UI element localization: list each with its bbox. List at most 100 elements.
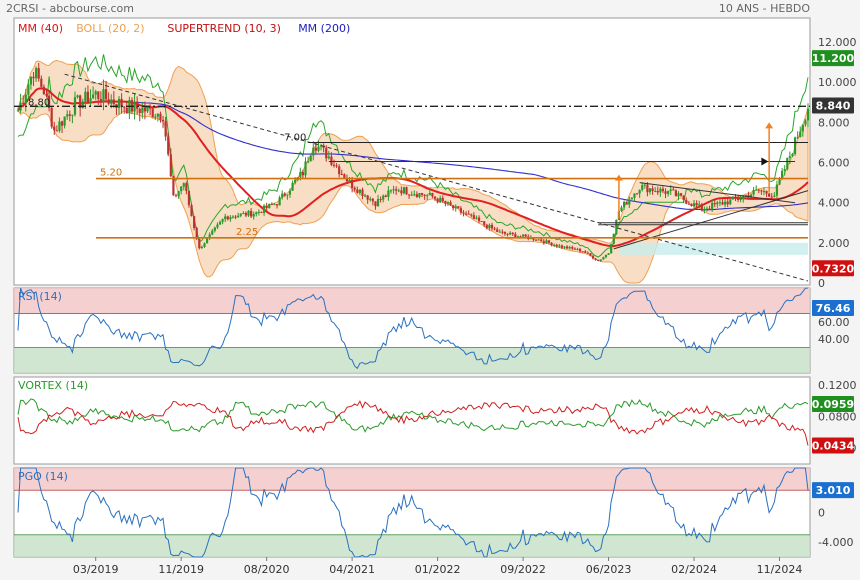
candle-body <box>467 213 470 215</box>
candle-body <box>221 219 224 222</box>
candle-body <box>281 193 284 198</box>
candle-body <box>485 224 488 229</box>
candle-body <box>60 121 64 126</box>
candle-body <box>739 198 742 200</box>
chart-svg: 8.80 7.00 5.20 2.25 12.000 10.000 8.000 6.000 4.… <box>13 17 857 576</box>
candle-body <box>584 251 587 253</box>
candle-body <box>99 98 102 102</box>
candle-body <box>294 179 297 183</box>
candle-body <box>540 239 543 242</box>
candle-body <box>708 208 711 210</box>
candle-body <box>159 113 162 120</box>
candle-body <box>742 196 745 199</box>
candle-body <box>571 247 574 249</box>
candle-body <box>731 196 734 200</box>
candle-body <box>268 203 271 209</box>
candle-body <box>521 234 525 237</box>
candle-body <box>558 245 561 247</box>
candle-body <box>457 206 460 209</box>
candle-body <box>107 99 110 104</box>
candle-body <box>439 197 442 203</box>
candle-body <box>651 188 654 192</box>
vortex-plus-badge-text: 0.0959 <box>812 398 854 411</box>
candle-body <box>400 190 403 194</box>
candle-body <box>796 137 799 139</box>
candle-body <box>604 254 608 258</box>
candle-body <box>224 216 227 220</box>
candle-body <box>770 196 773 198</box>
candle-body <box>203 243 206 247</box>
candle-body <box>255 212 258 214</box>
candle-body <box>211 230 214 235</box>
vortex-title: VORTEX (14) <box>18 379 88 392</box>
candle-body <box>493 228 496 230</box>
legend-item-0: MM (40) <box>18 22 63 35</box>
level-label: 7.00 <box>284 132 306 143</box>
candle-body <box>607 253 610 255</box>
candle-body <box>472 215 475 219</box>
candle-body <box>589 253 592 256</box>
candle-body <box>76 95 79 98</box>
candle-body <box>581 251 584 253</box>
candle-body <box>599 259 602 261</box>
candle-body <box>729 199 732 205</box>
candle-body <box>252 213 255 217</box>
candle-body <box>104 89 108 100</box>
candle-body <box>449 202 452 206</box>
candle-body <box>511 232 514 234</box>
candle-body <box>22 102 25 104</box>
candle-body <box>545 240 548 244</box>
candle-body <box>576 248 579 250</box>
level-label: 8.80 <box>28 97 50 108</box>
candle-body <box>325 147 328 159</box>
zone-under-rsi <box>14 347 810 373</box>
candle-body <box>578 248 582 252</box>
candle-body <box>667 191 670 194</box>
x-tick-label: 08/2020 <box>244 563 290 576</box>
price-badge-1-text: 8.840 <box>816 100 851 113</box>
candle-body <box>262 205 266 213</box>
candle-body <box>397 190 400 192</box>
candle-body <box>366 195 369 200</box>
candle-body <box>63 116 66 126</box>
candle-body <box>369 198 372 200</box>
candle-body <box>387 190 390 197</box>
candle-body <box>136 101 139 109</box>
candle-body <box>612 233 615 245</box>
pgo-y-tick: 0 <box>818 507 825 520</box>
candle-body <box>563 246 566 248</box>
candle-body <box>161 119 165 122</box>
candle-body <box>45 94 48 96</box>
candle-body <box>679 193 683 196</box>
candle-body <box>37 68 40 79</box>
candle-body <box>423 194 426 196</box>
candle-body <box>198 238 201 249</box>
candle-body <box>726 201 729 205</box>
candle-body <box>703 208 706 211</box>
candle-body <box>265 205 268 209</box>
candle-body <box>654 190 657 192</box>
candle-body <box>547 240 551 243</box>
candle-body <box>768 193 771 197</box>
candle-body <box>141 107 144 113</box>
candle-body <box>301 172 305 176</box>
candle-body <box>661 188 665 192</box>
candle-body <box>490 224 494 229</box>
candle-body <box>291 182 294 191</box>
price-y-tick: 0 <box>818 277 825 290</box>
level-label: 2.25 <box>236 227 258 238</box>
zone-over-rsi <box>14 288 810 314</box>
candle-body <box>573 248 576 250</box>
candle-body <box>94 91 97 95</box>
candle-body <box>718 202 722 204</box>
candle-body <box>498 231 501 233</box>
candle-body <box>154 116 157 118</box>
candle-body <box>71 114 74 116</box>
candle-body <box>247 210 250 216</box>
candle-body <box>415 194 418 198</box>
pgo-badge-text: 3.010 <box>816 484 851 497</box>
candle-body <box>413 194 416 196</box>
candle-body <box>687 203 690 205</box>
candle-body <box>542 241 545 244</box>
rsi-title: RSI (14) <box>18 290 62 303</box>
